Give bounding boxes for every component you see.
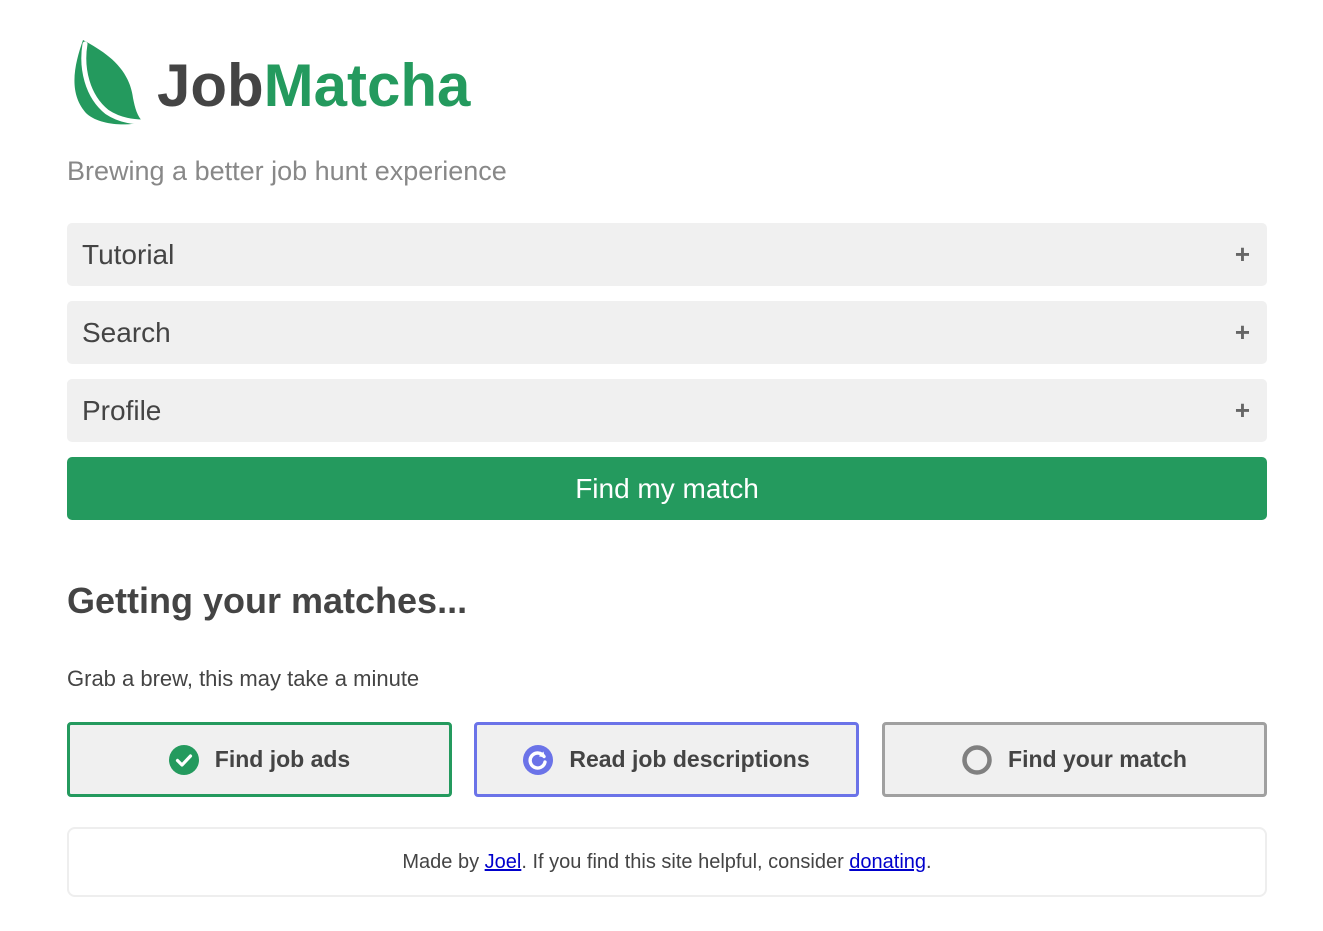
footer: Made by Joel. If you find this site help…: [67, 827, 1267, 897]
page: JobMatcha Brewing a better job hunt expe…: [0, 0, 1323, 931]
status-heading: Getting your matches...: [67, 580, 468, 621]
footer-prefix: Made by: [402, 850, 485, 873]
step-label: Read job descriptions: [569, 746, 810, 772]
step-find-your-match: Find your match: [882, 722, 1267, 797]
spinner-icon: [523, 744, 554, 775]
check-circle-icon: [168, 744, 199, 775]
find-my-match-button[interactable]: Find my match: [67, 457, 1267, 520]
leaf-icon: [74, 40, 146, 125]
brand-name-part2: Matcha: [263, 52, 471, 119]
accordion-label: Tutorial: [82, 238, 175, 270]
accordion-search[interactable]: Search +: [67, 301, 1267, 364]
step-label: Find your match: [1008, 746, 1187, 772]
author-link[interactable]: Joel: [485, 851, 522, 874]
footer-middle: . If you find this site helpful, conside…: [521, 850, 850, 873]
tagline: Brewing a better job hunt experience: [67, 156, 507, 186]
empty-circle-icon: [962, 744, 992, 775]
accordion-profile[interactable]: Profile +: [67, 379, 1267, 442]
brand-name-part1: Job: [157, 52, 264, 119]
donate-link[interactable]: donating: [849, 851, 926, 874]
step-label: Find job ads: [214, 746, 351, 772]
plus-icon: +: [1234, 395, 1250, 425]
plus-icon: +: [1234, 239, 1250, 269]
brand-name: JobMatcha: [157, 56, 470, 116]
step-read-job-descriptions: Read job descriptions: [474, 722, 859, 797]
accordion-label: Search: [82, 316, 171, 348]
status-subtext: Grab a brew, this may take a minute: [67, 666, 420, 691]
logo[interactable]: JobMatcha: [67, 38, 470, 128]
step-find-job-ads: Find job ads: [67, 722, 452, 797]
accordion-label: Profile: [82, 394, 162, 426]
plus-icon: +: [1234, 317, 1250, 347]
footer-suffix: .: [926, 850, 932, 873]
accordion-tutorial[interactable]: Tutorial +: [67, 223, 1267, 286]
